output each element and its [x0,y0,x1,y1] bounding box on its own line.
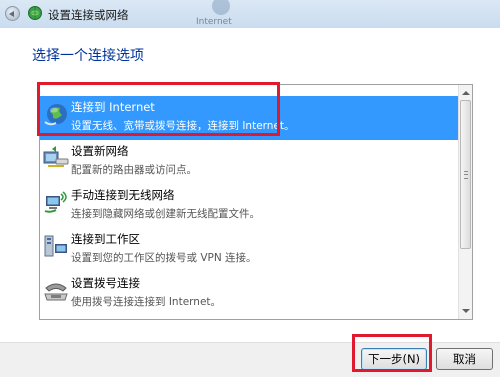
connection-options-list: 连接到 Internet 设置无线、宽带或拨号连接，连接到 Internet。 … [39,84,473,320]
option-name: 手动连接到无线网络 [71,188,175,202]
list-scrollbar[interactable] [458,85,472,319]
background-label: Internet [196,17,232,27]
option-description: 设置到您的工作区的拨号或 VPN 连接。 [71,252,257,264]
option-description: 使用拨号连接连接到 Internet。 [71,296,222,308]
back-arrow-icon[interactable] [5,6,20,21]
scroll-up-arrow-icon[interactable] [462,91,470,95]
scroll-down-arrow-icon[interactable] [462,309,470,313]
option-manual-wireless[interactable]: 手动连接到无线网络 连接到隐藏网络或创建新无线配置文件。 [40,184,460,228]
option-connect-internet[interactable]: 连接到 Internet 设置无线、宽带或拨号连接，连接到 Internet。 [40,96,460,140]
globe-icon [44,104,67,126]
option-name: 设置新网络 [71,144,129,158]
next-button[interactable]: 下一步(N) [361,348,427,370]
router-icon [43,146,69,167]
page-title: 选择一个连接选项 [32,48,144,64]
option-description: 配置新的路由器或访问点。 [71,164,197,176]
title-bar: 设置连接或网络 Internet [0,0,500,28]
network-globe-icon [28,6,42,20]
workplace-icon [44,235,67,257]
phone-icon [44,283,68,301]
option-name: 连接到工作区 [71,232,140,246]
option-description: 连接到隐藏网络或创建新无线配置文件。 [71,208,260,220]
wireless-computer-icon [44,191,67,213]
option-new-network[interactable]: 设置新网络 配置新的路由器或访问点。 [40,140,460,184]
option-name: 设置拨号连接 [71,276,140,290]
option-name: 连接到 Internet [71,100,155,114]
option-description: 设置无线、宽带或拨号连接，连接到 Internet。 [71,120,295,132]
option-workplace[interactable]: 连接到工作区 设置到您的工作区的拨号或 VPN 连接。 [40,228,460,272]
window-title: 设置连接或网络 [48,8,129,22]
option-dialup[interactable]: 设置拨号连接 使用拨号连接连接到 Internet。 [40,272,460,316]
scrollbar-thumb[interactable] [460,100,471,249]
cancel-button[interactable]: 取消 [436,348,493,370]
